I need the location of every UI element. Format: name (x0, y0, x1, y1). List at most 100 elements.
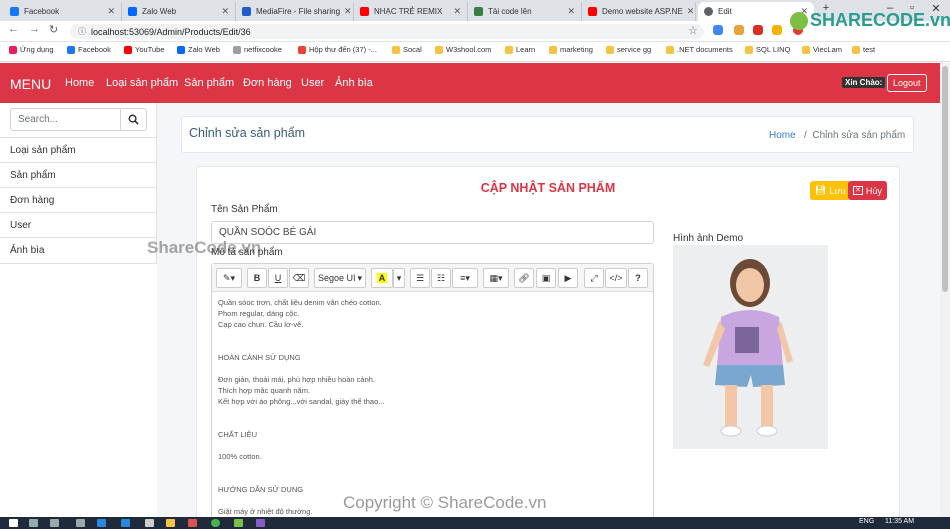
fullscreen-button[interactable]: ⤢ (584, 268, 604, 288)
highlight-color-button[interactable]: A (371, 268, 393, 288)
cancel-button[interactable]: ✕ Hủy (848, 181, 887, 200)
nav-loai-san-pham[interactable]: Loại sản phẩm (106, 77, 178, 89)
url-input[interactable]: ⓘ localhost:53069/Admin/Products/Edit/36 (70, 24, 704, 39)
store-icon[interactable] (145, 519, 154, 527)
bookmark-net-docs[interactable]: .NET documents (666, 45, 733, 54)
bookmark-learn[interactable]: Learn (505, 45, 535, 54)
bookmark-test[interactable]: test (852, 45, 875, 54)
tab-tai-code[interactable]: Tải code lên ✕ (468, 2, 582, 21)
bookmark-label: Learn (516, 45, 536, 54)
file-explorer-icon[interactable] (166, 519, 175, 527)
star-icon[interactable]: ☆ (688, 24, 698, 37)
image-button[interactable]: ▣ (536, 268, 556, 288)
tab-label: Zalo Web (142, 7, 177, 16)
bookmark-vieclam[interactable]: ViecLam (802, 45, 842, 54)
bookmark-socal[interactable]: Socal (392, 45, 422, 54)
numbered-list-button[interactable]: ☷ (431, 268, 451, 288)
sidebar-item-user[interactable]: User (0, 212, 156, 237)
tab-nhac-tre[interactable]: NHẠC TRẺ REMIX ✕ (354, 2, 468, 21)
video-button[interactable]: ▶ (558, 268, 578, 288)
underline-button[interactable]: U (268, 268, 288, 288)
bookmark-apps[interactable]: Ứng dụng (9, 45, 54, 54)
bookmark-gmail[interactable]: Hộp thư đến (37) -... (298, 45, 377, 54)
color-dropdown-button[interactable]: ▾ (393, 268, 405, 288)
folder-icon (505, 45, 513, 54)
close-icon[interactable]: ✕ (103, 6, 115, 17)
tab-demo-website[interactable]: Demo website ASP.NE ✕ (582, 2, 696, 21)
sidebar-item-anh-bia[interactable]: Ảnh bìa (0, 237, 156, 262)
search-input[interactable]: Search... (10, 108, 121, 131)
watermark-copyright: Copyright © ShareCode.vn (343, 493, 547, 512)
bookmark-zalo[interactable]: Zalo Web (177, 45, 220, 54)
close-icon[interactable]: ✕ (340, 6, 352, 17)
save-button[interactable]: 💾︎ Lưu (810, 181, 851, 200)
app-icon[interactable] (234, 519, 243, 527)
bookmark-youtube[interactable]: YouTube (124, 45, 164, 54)
clear-format-button[interactable]: ⌫ (289, 268, 309, 288)
nav-anh-bia[interactable]: Ảnh bìa (335, 77, 373, 89)
clock[interactable]: 11:35 AM (885, 518, 914, 525)
bookmark-sql-linq[interactable]: SQL LINQ (745, 45, 790, 54)
product-name-label: Tên Sản Phẩm (211, 204, 278, 215)
align-icon: ≡▾ (460, 272, 470, 283)
breadcrumb-home[interactable]: Home (769, 130, 796, 141)
help-button[interactable]: ? (628, 268, 648, 288)
search-icon[interactable] (29, 519, 38, 527)
visual-studio-icon[interactable] (256, 519, 265, 527)
windows-start-icon[interactable] (9, 519, 18, 527)
bookmark-label: marketing (560, 45, 593, 54)
bullet-list-button[interactable]: ☰ (410, 268, 430, 288)
link-button[interactable]: 🔗︎ (514, 268, 534, 288)
extension-icon[interactable] (772, 25, 782, 35)
editor-line (218, 363, 648, 374)
bookmark-facebook[interactable]: Facebook (67, 45, 111, 54)
tab-mediafire[interactable]: MediaFire - File sharing ✕ (236, 2, 354, 21)
nav-san-pham[interactable]: Sản phẩm (184, 77, 234, 89)
brand-menu[interactable]: MENU (10, 76, 51, 92)
close-icon[interactable]: ✕ (563, 6, 575, 17)
nav-home[interactable]: Home (65, 77, 94, 89)
bookmark-w3school[interactable]: W3shool.com (435, 45, 491, 54)
close-icon[interactable]: ✕ (683, 6, 695, 17)
extension-icon[interactable] (753, 25, 763, 35)
page-title: Chỉnh sửa sản phẩm (189, 126, 306, 140)
bold-button[interactable]: B (247, 268, 267, 288)
video-icon: ▶ (564, 272, 572, 283)
magic-style-button[interactable]: ✎▾ (216, 268, 242, 288)
bookmark-marketing[interactable]: marketing (549, 45, 593, 54)
code-view-button[interactable]: </> (605, 268, 627, 288)
sidebar-item-don-hang[interactable]: Đơn hàng (0, 187, 156, 212)
nav-user[interactable]: User (301, 77, 324, 89)
translate-icon[interactable] (713, 25, 723, 35)
logout-button[interactable]: Logout (887, 74, 927, 92)
bookmark-service-gg[interactable]: service gg (606, 45, 651, 54)
logo-text: SHARECODE.vn (810, 10, 950, 30)
girl-photo-illustration (673, 245, 828, 449)
mail-icon[interactable] (121, 519, 130, 527)
table-button[interactable]: ▦▾ (483, 268, 509, 288)
bookmark-netfixcooke[interactable]: netfixcooke (233, 45, 282, 54)
product-name-input[interactable]: QUẦN SOÓC BÉ GÁI (211, 221, 654, 244)
sidebar-item-san-pham[interactable]: Sản phẩm (0, 162, 156, 187)
close-icon[interactable]: ✕ (217, 6, 229, 17)
language-indicator[interactable]: ENG (859, 518, 874, 525)
app-icon[interactable] (97, 519, 106, 527)
task-view-icon[interactable] (50, 519, 59, 527)
app-icon[interactable] (188, 519, 197, 527)
tab-facebook[interactable]: Facebook ✕ (4, 2, 122, 21)
sidebar-item-loai-san-pham[interactable]: Loại sản phẩm (0, 137, 156, 162)
nav-don-hang[interactable]: Đơn hàng (243, 77, 292, 89)
forward-icon[interactable]: → (29, 23, 40, 35)
font-family-select[interactable]: Segoe UI ▾ (314, 268, 366, 288)
search-button[interactable] (120, 108, 147, 131)
scrollbar-thumb[interactable] (942, 66, 948, 292)
extension-icon[interactable] (734, 25, 744, 35)
mediafire-icon (242, 7, 251, 16)
close-icon[interactable]: ✕ (449, 6, 461, 17)
chrome-icon[interactable] (211, 519, 220, 527)
tab-zalo[interactable]: Zalo Web ✕ (122, 2, 236, 21)
paragraph-align-button[interactable]: ≡▾ (452, 268, 478, 288)
back-icon[interactable]: ← (8, 23, 19, 35)
reload-icon[interactable]: ↻ (49, 23, 58, 36)
app-icon[interactable] (76, 519, 85, 527)
